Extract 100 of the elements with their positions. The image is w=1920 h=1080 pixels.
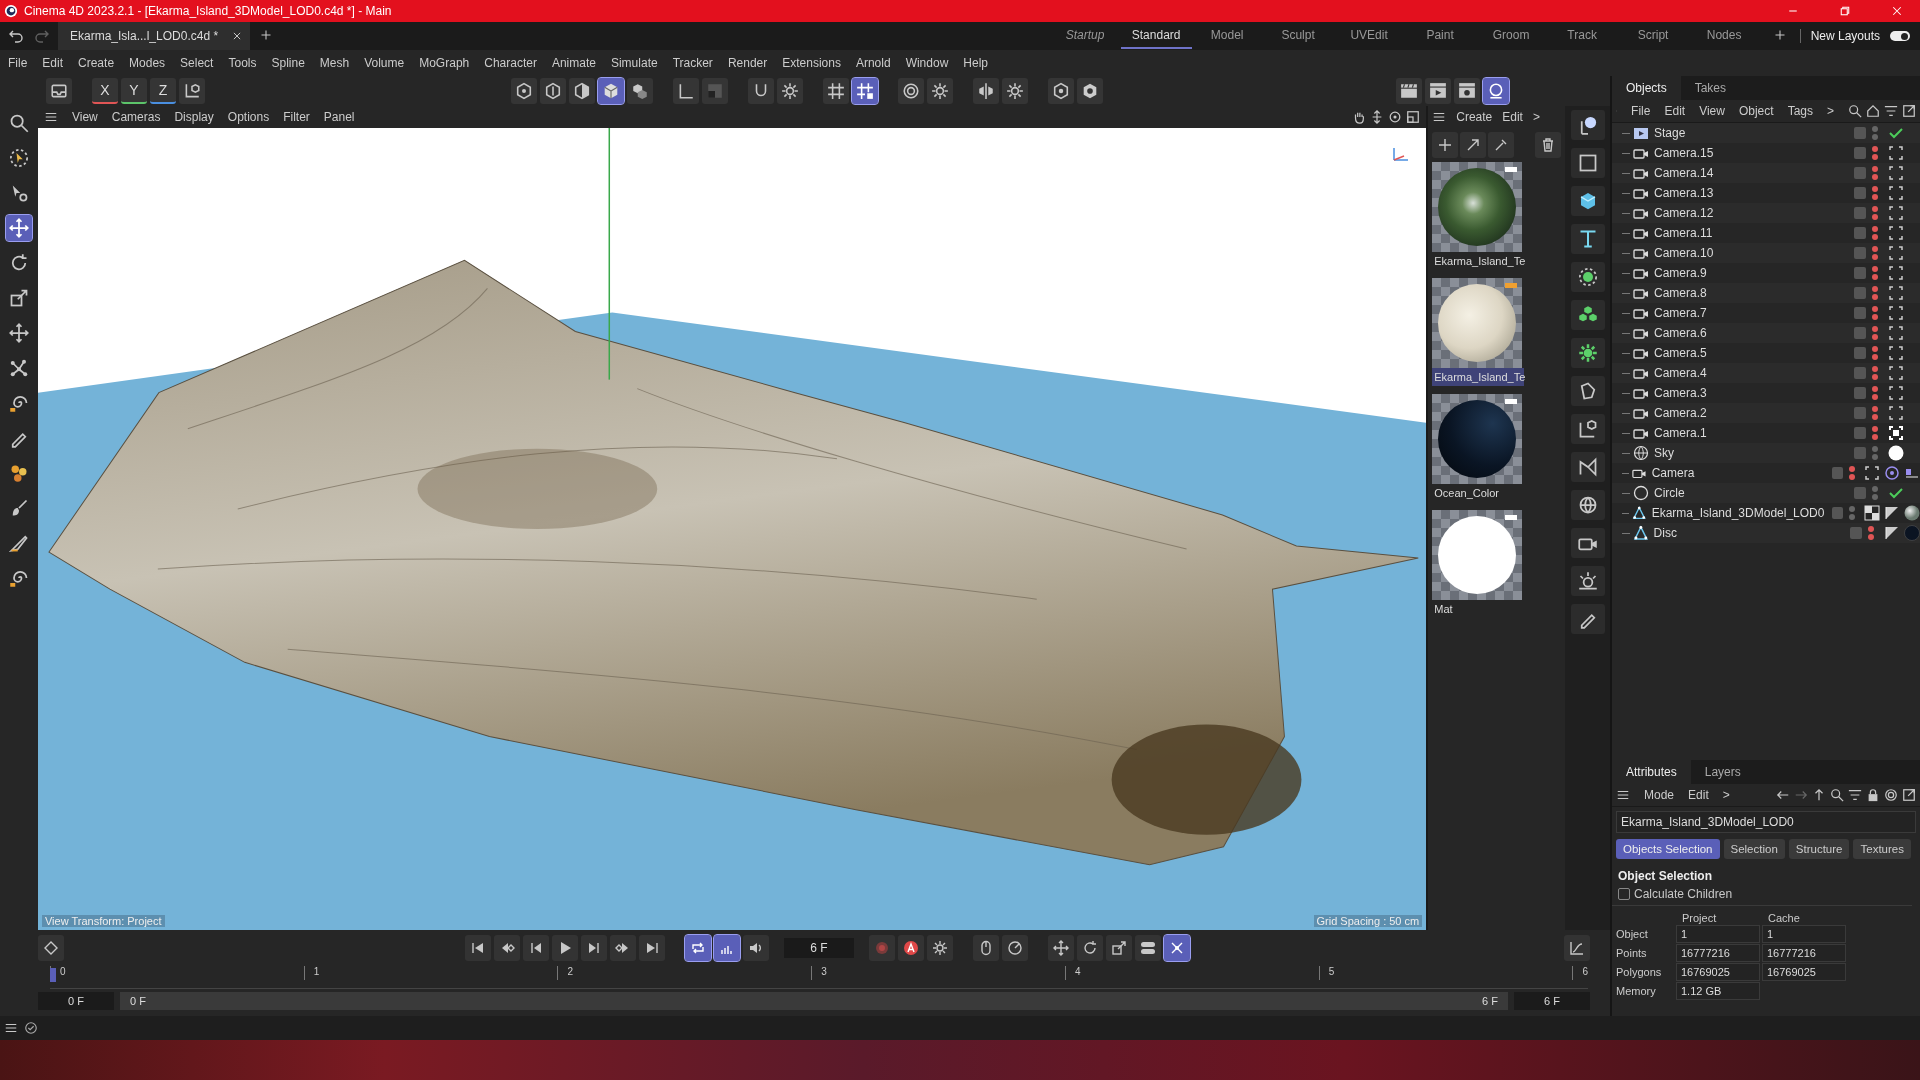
- object-name[interactable]: Camera.5: [1654, 346, 1854, 360]
- frame-range-field[interactable]: 0 F 6 F: [120, 992, 1508, 1010]
- view-transform-label: View Transform: Project: [41, 915, 165, 927]
- start-frame-field[interactable]: 0 F: [38, 992, 114, 1010]
- viewport-menu-item[interactable]: Filter: [283, 110, 310, 124]
- menu-item[interactable]: Arnold: [855, 56, 891, 70]
- attributes-menu-item[interactable]: Mode: [1644, 788, 1675, 802]
- frame-tick-label: 4: [1064, 966, 1081, 980]
- objects-menu-item[interactable]: View: [1699, 104, 1725, 118]
- menu-item[interactable]: Create: [78, 56, 115, 70]
- menu-item[interactable]: Animate: [551, 56, 596, 70]
- end-frame-field[interactable]: 6 F: [1514, 992, 1590, 1010]
- viewport-menu-item[interactable]: Display: [174, 110, 214, 124]
- menu-item[interactable]: Help: [963, 56, 988, 70]
- frame-tick-label: 2: [557, 966, 574, 980]
- menu-item[interactable]: Select: [180, 56, 214, 70]
- new-layouts-label: New Layouts: [1799, 29, 1890, 43]
- material-name[interactable]: Ekarma_Island_Te: [1432, 368, 1525, 386]
- objects-menu-item[interactable]: Object: [1738, 104, 1774, 118]
- frame-tick-label: 1: [303, 966, 320, 980]
- current-frame-field[interactable]: 6 F: [784, 938, 854, 958]
- menu-item[interactable]: Character: [484, 56, 537, 70]
- menu-item[interactable]: Simulate: [610, 56, 658, 70]
- panel-tab[interactable]: Takes: [1680, 76, 1741, 100]
- menu-item[interactable]: Window: [905, 56, 949, 70]
- layout-tab[interactable]: Paint: [1404, 23, 1476, 49]
- object-name-field: Ekarma_Island_3DModel_LOD0: [1616, 811, 1916, 833]
- viewport-menu-item[interactable]: Cameras: [111, 110, 161, 124]
- object-name[interactable]: Camera: [1651, 466, 1833, 480]
- attributes-menu-item[interactable]: >: [1722, 788, 1730, 802]
- material-name[interactable]: Ocean_Color: [1432, 484, 1525, 502]
- axis-lock-button[interactable]: X: [92, 78, 118, 104]
- layout-tab[interactable]: Sculpt: [1262, 23, 1334, 49]
- grid-spacing-label: Grid Spacing : 50 cm: [1313, 915, 1423, 927]
- layout-tab[interactable]: UVEdit: [1333, 23, 1405, 49]
- menu-item[interactable]: MoGraph: [419, 56, 470, 70]
- object-name[interactable]: Camera.15: [1654, 146, 1854, 160]
- column-header: Cache: [1767, 912, 1801, 924]
- objects-menu-item[interactable]: File: [1631, 104, 1651, 118]
- object-name[interactable]: Camera.13: [1654, 186, 1854, 200]
- layout-tab[interactable]: Model: [1191, 23, 1263, 49]
- checkbox-label: Calculate Children: [1634, 887, 1733, 901]
- object-name[interactable]: Camera.1: [1654, 426, 1854, 440]
- material-menu-item[interactable]: Edit: [1502, 110, 1523, 124]
- attribute-tab[interactable]: Structure: [1788, 839, 1850, 859]
- layout-tab[interactable]: Script: [1617, 23, 1689, 49]
- layout-tab[interactable]: Startup: [1049, 23, 1121, 49]
- material-menu-item[interactable]: >: [1532, 110, 1540, 124]
- menu-item[interactable]: Tools: [228, 56, 257, 70]
- row-label: Memory: [1616, 985, 1657, 997]
- frame-tick-label: 6: [1572, 966, 1588, 980]
- viewport-menu-item[interactable]: Options: [227, 110, 270, 124]
- stat-value: 16777216: [1762, 944, 1846, 962]
- stat-value: 16777216: [1676, 944, 1760, 962]
- object-name[interactable]: Camera.7: [1654, 306, 1854, 320]
- object-name[interactable]: Camera.11: [1654, 226, 1854, 240]
- row-label: Object: [1616, 928, 1649, 940]
- panel-tab[interactable]: Objects: [1612, 76, 1681, 100]
- object-name[interactable]: Ekarma_Island_3DModel_LOD0: [1651, 506, 1833, 520]
- objects-menu-item[interactable]: Tags: [1787, 104, 1813, 118]
- axis-lock-button[interactable]: Y: [121, 78, 147, 104]
- menu-item[interactable]: Spline: [271, 56, 305, 70]
- menu-item[interactable]: Tracker: [672, 56, 713, 70]
- attribute-tab[interactable]: Selection: [1723, 839, 1785, 859]
- panel-tab[interactable]: Layers: [1690, 760, 1755, 784]
- attribute-tab[interactable]: Objects Selection: [1616, 839, 1720, 859]
- row-label: Points: [1616, 947, 1648, 959]
- stat-value: 1: [1762, 925, 1846, 943]
- menu-item[interactable]: Render: [727, 56, 768, 70]
- object-name[interactable]: Camera.9: [1654, 266, 1854, 280]
- column-header: Project: [1681, 912, 1718, 924]
- section-title: Object Selection: [1617, 868, 1714, 885]
- material-name[interactable]: Ekarma_Island_Te: [1432, 252, 1525, 270]
- objects-menu-item[interactable]: Edit: [1664, 104, 1686, 118]
- panel-tab[interactable]: Attributes: [1612, 760, 1691, 784]
- material-menu-item[interactable]: Create: [1456, 110, 1493, 124]
- document-tab[interactable]: Ekarma_Isla...l_LOD0.c4d *: [58, 22, 251, 50]
- frame-tick-label: 3: [811, 966, 827, 980]
- attribute-tab[interactable]: Textures: [1853, 839, 1911, 859]
- stat-value: 1: [1676, 925, 1760, 943]
- layout-tab[interactable]: Track: [1546, 23, 1618, 49]
- stat-value: 16769025: [1676, 963, 1760, 981]
- menu-item[interactable]: File: [8, 56, 28, 70]
- material-name[interactable]: Mat: [1432, 600, 1525, 618]
- layout-tab[interactable]: Groom: [1475, 23, 1547, 49]
- object-name[interactable]: Camera.3: [1654, 386, 1854, 400]
- menu-item[interactable]: Volume: [364, 56, 405, 70]
- attributes-menu-item[interactable]: Edit: [1688, 788, 1709, 802]
- menu-item[interactable]: Extensions: [782, 56, 841, 70]
- menu-item[interactable]: Mesh: [319, 56, 350, 70]
- objects-menu-item[interactable]: >: [1827, 104, 1834, 118]
- menu-item[interactable]: Edit: [42, 56, 64, 70]
- viewport-menu-item[interactable]: View: [71, 110, 98, 124]
- axis-lock-button[interactable]: Z: [150, 78, 176, 104]
- stat-value: 1.12 GB: [1676, 982, 1760, 1000]
- menu-item[interactable]: Modes: [129, 56, 166, 70]
- viewport-menu-item[interactable]: Panel: [323, 110, 355, 124]
- layout-tab[interactable]: Nodes: [1688, 23, 1760, 49]
- window-title: Cinema 4D 2023.2.1 - [Ekarma_Island_3DModel_LOD0.c4d *] - Main: [24, 4, 393, 18]
- stat-value: 16769025: [1762, 963, 1846, 981]
